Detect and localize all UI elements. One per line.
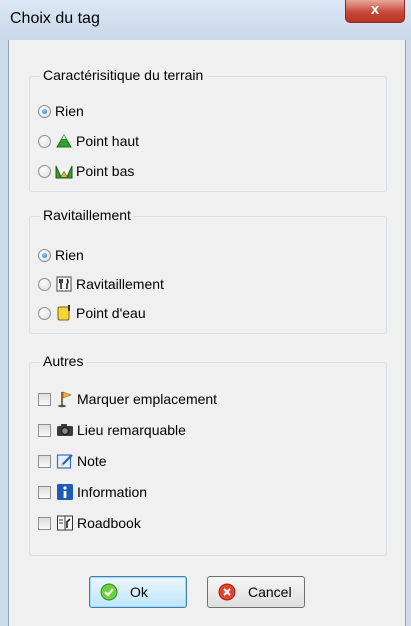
ok-button[interactable]: Ok (89, 576, 187, 608)
autres-group: Autres Marquer emplacement Lieu remarqua… (29, 353, 387, 556)
option-label: Lieu remarquable (77, 422, 186, 438)
autres-option-note[interactable]: Note (38, 451, 107, 471)
radio-button[interactable] (38, 306, 51, 320)
option-label: Ravitaillement (76, 276, 164, 292)
mountain-icon (55, 132, 73, 150)
terrain-option-point-bas[interactable]: Point bas (38, 161, 134, 181)
option-label: Marquer emplacement (77, 391, 218, 407)
checkbox[interactable] (38, 392, 51, 406)
ravitaillement-option-ravitaillement[interactable]: Ravitaillement (38, 274, 164, 294)
option-label: Roadbook (77, 515, 141, 531)
ravitaillement-option-point-eau[interactable]: Point d'eau (38, 303, 146, 323)
checkbox[interactable] (38, 454, 51, 468)
cancel-button[interactable]: Cancel (207, 576, 305, 608)
window-title: Choix du tag (10, 10, 100, 27)
option-label: Information (77, 484, 148, 500)
option-label: Point d'eau (76, 305, 146, 321)
camera-icon (56, 421, 74, 439)
autres-option-information[interactable]: Information (38, 482, 147, 502)
ravitaillement-legend: Ravitaillement (40, 207, 134, 223)
info-icon (56, 483, 74, 501)
roadbook-icon (56, 514, 74, 532)
radio-button[interactable] (38, 104, 51, 118)
option-label: Rien (55, 103, 84, 119)
cancel-icon (218, 583, 236, 601)
autres-option-roadbook[interactable]: Roadbook (38, 513, 141, 533)
valley-icon (55, 162, 73, 180)
close-button[interactable]: x (345, 0, 405, 23)
autres-option-lieu[interactable]: Lieu remarquable (38, 420, 186, 440)
terrain-option-rien[interactable]: Rien (38, 101, 84, 121)
fork-knife-icon (55, 275, 73, 293)
ravitaillement-group: Ravitaillement Rien Ravitaillement Point… (29, 207, 387, 334)
option-label: Point bas (76, 163, 135, 179)
terrain-legend: Caractérisitique du terrain (40, 67, 207, 83)
ravitaillement-option-rien[interactable]: Rien (38, 245, 84, 265)
ok-label: Ok (130, 584, 148, 600)
title-bar[interactable]: Choix du tag x (0, 0, 411, 40)
radio-button[interactable] (38, 134, 51, 148)
autres-legend: Autres (40, 353, 87, 369)
flag-icon (56, 390, 74, 408)
terrain-option-point-haut[interactable]: Point haut (38, 131, 139, 151)
radio-button[interactable] (38, 164, 51, 178)
cancel-label: Cancel (248, 584, 292, 600)
checkbox[interactable] (38, 485, 51, 499)
check-icon (100, 583, 118, 601)
checkbox[interactable] (38, 516, 51, 530)
dialog-body: Caractérisitique du terrain Rien Point h… (8, 40, 406, 626)
option-label: Point haut (76, 133, 140, 149)
note-icon (56, 452, 74, 470)
terrain-group: Caractérisitique du terrain Rien Point h… (29, 67, 387, 192)
radio-button[interactable] (38, 248, 51, 262)
water-cup-icon (55, 304, 73, 322)
option-label: Rien (55, 247, 84, 263)
checkbox[interactable] (38, 423, 51, 437)
option-label: Note (77, 453, 107, 469)
autres-option-marquer[interactable]: Marquer emplacement (38, 389, 217, 409)
radio-button[interactable] (38, 277, 51, 291)
